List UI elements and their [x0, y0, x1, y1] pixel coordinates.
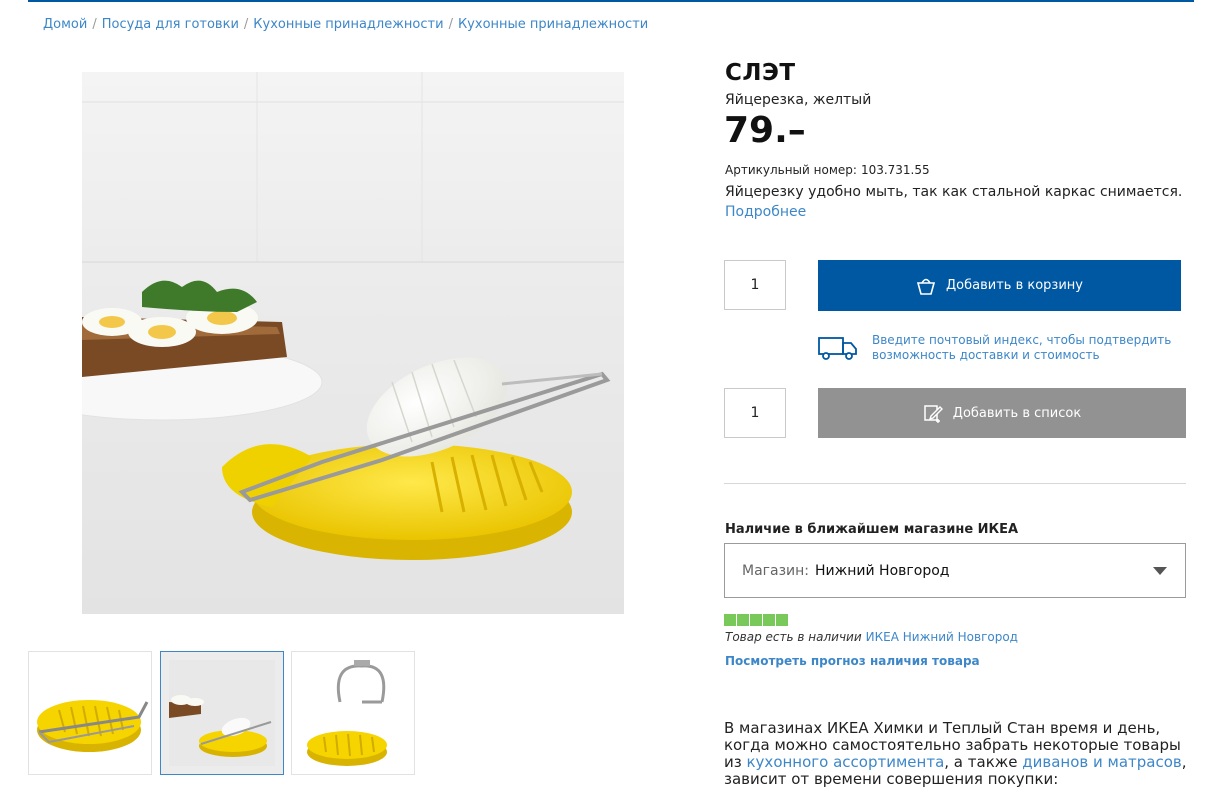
stock-level-segment [750, 614, 762, 626]
store-select[interactable]: Магазин: Нижний Новгород [724, 543, 1186, 598]
pickup-info-paragraph: В магазинах ИКЕА Химки и Теплый Стан вре… [724, 720, 1194, 788]
article-number: Артикульный номер: 103.731.55 [725, 163, 930, 177]
breadcrumb-separator: / [243, 17, 249, 32]
breadcrumb-separator: / [92, 17, 97, 32]
stock-status: Товар есть в наличии ИКЕА Нижний Новгород [725, 630, 1018, 644]
thumbnail-3[interactable] [291, 651, 415, 775]
truck-icon [818, 337, 857, 360]
stock-level-segment [763, 614, 775, 626]
breadcrumb-kitchen-utensils[interactable]: Кухонные принадлежности [253, 17, 443, 32]
breadcrumb-separator: / [448, 17, 453, 32]
chevron-down-icon [1153, 567, 1167, 575]
availability-heading: Наличие в ближайшем магазине ИКЕА [725, 522, 1019, 537]
more-details-link[interactable]: Подробнее [725, 204, 806, 220]
list-quantity-input[interactable]: 1 [724, 388, 786, 438]
product-subtitle: Яйцерезка, желтый [725, 92, 872, 108]
product-price: 79.– [724, 110, 806, 151]
store-select-label: Магазин: [742, 562, 810, 579]
add-to-list-label: Добавить в список [952, 405, 1082, 421]
breadcrumb-home[interactable]: Домой [43, 17, 87, 32]
availability-forecast-link[interactable]: Посмотреть прогноз наличия товара [725, 654, 980, 668]
breadcrumb-kitchen-utensils-current[interactable]: Кухонные принадлежности [458, 17, 648, 32]
product-description: Яйцерезку удобно мыть, так как стальной … [725, 184, 1183, 200]
sofas-mattresses-link[interactable]: диванов и матрасов [1022, 753, 1182, 771]
top-accent-line [28, 0, 1194, 2]
stock-level-segment [776, 614, 788, 626]
kitchen-range-link[interactable]: кухонного ассортимента [747, 753, 945, 771]
stock-level-segment [724, 614, 736, 626]
pickup-info-text-2: , а также [944, 753, 1023, 771]
product-name: СЛЭТ [725, 60, 796, 86]
add-to-cart-label: Добавить в корзину [946, 278, 1083, 293]
breadcrumb: Домой / Посуда для готовки / Кухонные принад… [43, 17, 648, 32]
article-number-value: 103.731.55 [860, 163, 930, 177]
product-main-image[interactable] [82, 72, 624, 614]
breadcrumb-cookware[interactable]: Посуда для готовки [102, 17, 239, 32]
thumbnail-2-selected[interactable] [160, 651, 284, 775]
pencil-list-icon [924, 405, 943, 423]
thumbnail-1[interactable] [28, 651, 152, 775]
delivery-text[interactable]: Введите почтовый индекс, чтобы подтверди… [872, 333, 1172, 363]
store-select-value: Нижний Новгород [815, 562, 950, 579]
basket-icon [916, 278, 936, 295]
stock-level-segment [737, 614, 749, 626]
stock-level-indicator [724, 614, 788, 626]
cart-quantity-input[interactable]: 1 [724, 260, 786, 310]
add-to-list-button[interactable]: Добавить в список [818, 388, 1186, 438]
section-divider [724, 483, 1186, 484]
article-number-label: Артикульный номер: [725, 163, 857, 177]
delivery-info[interactable]: Введите почтовый индекс, чтобы подтверди… [818, 333, 1172, 363]
stock-status-text: Товар есть в наличии [725, 630, 862, 644]
stock-store-link[interactable]: ИКЕА Нижний Новгород [866, 630, 1018, 644]
add-to-cart-button[interactable]: Добавить в корзину [818, 260, 1181, 311]
